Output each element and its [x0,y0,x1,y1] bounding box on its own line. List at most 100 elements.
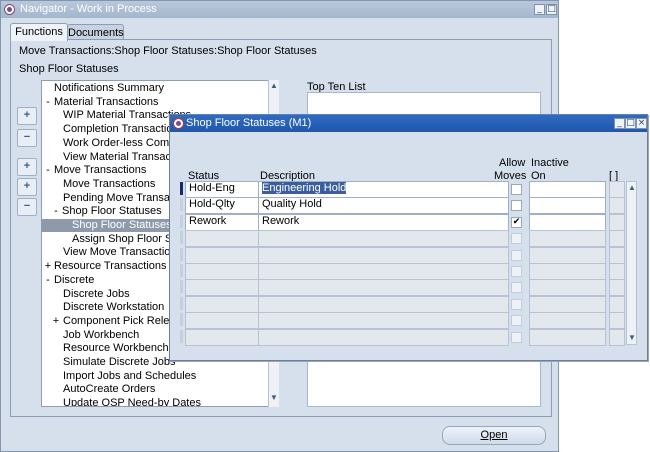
tree-item[interactable]: - Material Transactions [42,96,278,109]
inactive-on-field[interactable] [529,230,606,247]
expand-all-button[interactable]: + [17,178,37,196]
record-indicator[interactable] [180,297,183,310]
flexfield-cell[interactable] [609,279,625,296]
maximize-icon[interactable]: □ [546,4,557,15]
allow-moves-checkbox[interactable] [511,233,522,244]
description-text: Engineering Hold [262,182,347,194]
description-field[interactable] [258,329,509,346]
flexfield-cell[interactable] [609,230,625,247]
record-indicator[interactable] [180,182,183,195]
record-indicator[interactable] [180,280,183,293]
status-field[interactable]: Rework [185,214,263,231]
expand-node-icon[interactable]: + [44,260,52,273]
record-indicator[interactable] [180,264,183,277]
inactive-on-field[interactable] [529,263,606,280]
description-text: Rework [262,215,300,227]
status-field[interactable] [185,329,263,346]
description-field[interactable] [258,247,509,264]
flexfield-cell[interactable] [609,181,625,198]
inactive-on-field[interactable] [529,279,606,296]
allow-moves-checkbox[interactable] [511,200,522,211]
status-field[interactable] [185,230,263,247]
inactive-on-field[interactable] [529,197,606,214]
expand-branch-button[interactable]: + [17,158,37,176]
description-field[interactable]: Quality Hold [258,197,509,214]
record-indicator[interactable] [180,313,183,326]
description-field[interactable] [258,230,509,247]
flexfield-cell[interactable] [609,247,625,264]
minimize-icon[interactable]: _ [534,4,545,15]
description-text: Quality Hold [262,198,322,210]
navigator-titlebar[interactable]: Navigator - Work in Process _ □ [1,1,558,18]
flexfield-cell[interactable] [609,214,625,231]
scroll-down-icon[interactable]: ▼ [628,334,636,342]
collapse-all-button[interactable]: − [17,198,37,216]
open-button[interactable]: Open [442,426,546,445]
scroll-up-icon[interactable]: ▲ [270,82,278,90]
status-field[interactable] [185,296,263,313]
inactive-on-field[interactable] [529,296,606,313]
record-indicator[interactable] [180,248,183,261]
collapse-node-icon[interactable]: - [44,96,52,109]
tree-item-label: Move Transactions [54,164,147,177]
record-indicator[interactable] [180,215,183,228]
tree-item-label: Job Workbench [63,328,140,341]
inactive-on-field[interactable] [529,214,606,231]
status-field[interactable]: Hold-Qlty [185,197,263,214]
inactive-on-field[interactable] [529,329,606,346]
collapse-node-icon[interactable]: - [52,205,60,218]
status-field[interactable] [185,312,263,329]
tree-item-label: Import Jobs and Schedules [63,369,197,382]
collapse-node-icon[interactable]: - [44,274,52,287]
expand-button[interactable]: + [17,107,37,125]
allow-moves-checkbox[interactable] [511,250,522,261]
status-field[interactable] [185,247,263,264]
description-field[interactable] [258,279,509,296]
collapse-node-icon[interactable]: - [44,164,52,177]
tree-item-label: Notifications Summary [54,82,165,94]
record-indicator[interactable] [180,231,183,244]
status-field[interactable] [185,263,263,280]
description-field[interactable] [258,263,509,280]
collapse-button[interactable]: − [17,129,37,147]
allow-moves-checkbox[interactable] [511,332,522,343]
description-field[interactable] [258,296,509,313]
tree-item-label: View Move Transactions [63,246,183,259]
tree-item-label: Shop Floor Statuses [72,219,172,231]
navigator-title: Navigator - Work in Process [20,3,157,15]
allow-moves-checkbox[interactable] [511,266,522,277]
tree-item[interactable]: Import Jobs and Schedules [42,370,278,383]
shop-floor-statuses-window: Shop Floor Statuses (M1) _ □ × Status De… [169,114,648,361]
status-field[interactable] [185,279,263,296]
record-indicator[interactable] [180,198,183,211]
inactive-on-field[interactable] [529,181,606,198]
tree-item[interactable]: Notifications Summary [42,82,278,95]
allow-moves-checkbox[interactable] [511,184,522,195]
scroll-down-icon[interactable]: ▼ [270,394,278,402]
tab-functions[interactable]: Functions [10,23,68,41]
flexfield-cell[interactable] [609,312,625,329]
allow-moves-checkbox[interactable] [511,282,522,293]
status-field[interactable]: Hold-Eng [185,181,263,198]
allow-moves-checkbox[interactable] [511,315,522,326]
tree-item-label: Material Transactions [54,95,159,108]
allow-moves-checkbox[interactable]: ✔ [511,217,522,228]
allow-moves-checkbox[interactable] [511,299,522,310]
description-field[interactable]: Engineering Hold [258,181,509,198]
expand-node-icon[interactable]: + [52,315,60,328]
rows-scrollbar[interactable]: ▲ ▼ [626,181,637,345]
oracle-logo-icon [4,4,15,15]
flexfield-cell[interactable] [609,263,625,280]
tree-item[interactable]: Update OSP Need-by Dates [42,397,278,406]
tree-item-label: Discrete Workstation [63,301,165,314]
inactive-on-field[interactable] [529,247,606,264]
tree-item[interactable]: AutoCreate Orders [42,383,278,396]
flexfield-cell[interactable] [609,329,625,346]
flexfield-cell[interactable] [609,197,625,214]
inactive-on-field[interactable] [529,312,606,329]
scroll-up-icon[interactable]: ▲ [628,184,636,192]
description-field[interactable]: Rework [258,214,509,231]
description-field[interactable] [258,312,509,329]
flexfield-cell[interactable] [609,296,625,313]
record-indicator[interactable] [180,330,183,343]
